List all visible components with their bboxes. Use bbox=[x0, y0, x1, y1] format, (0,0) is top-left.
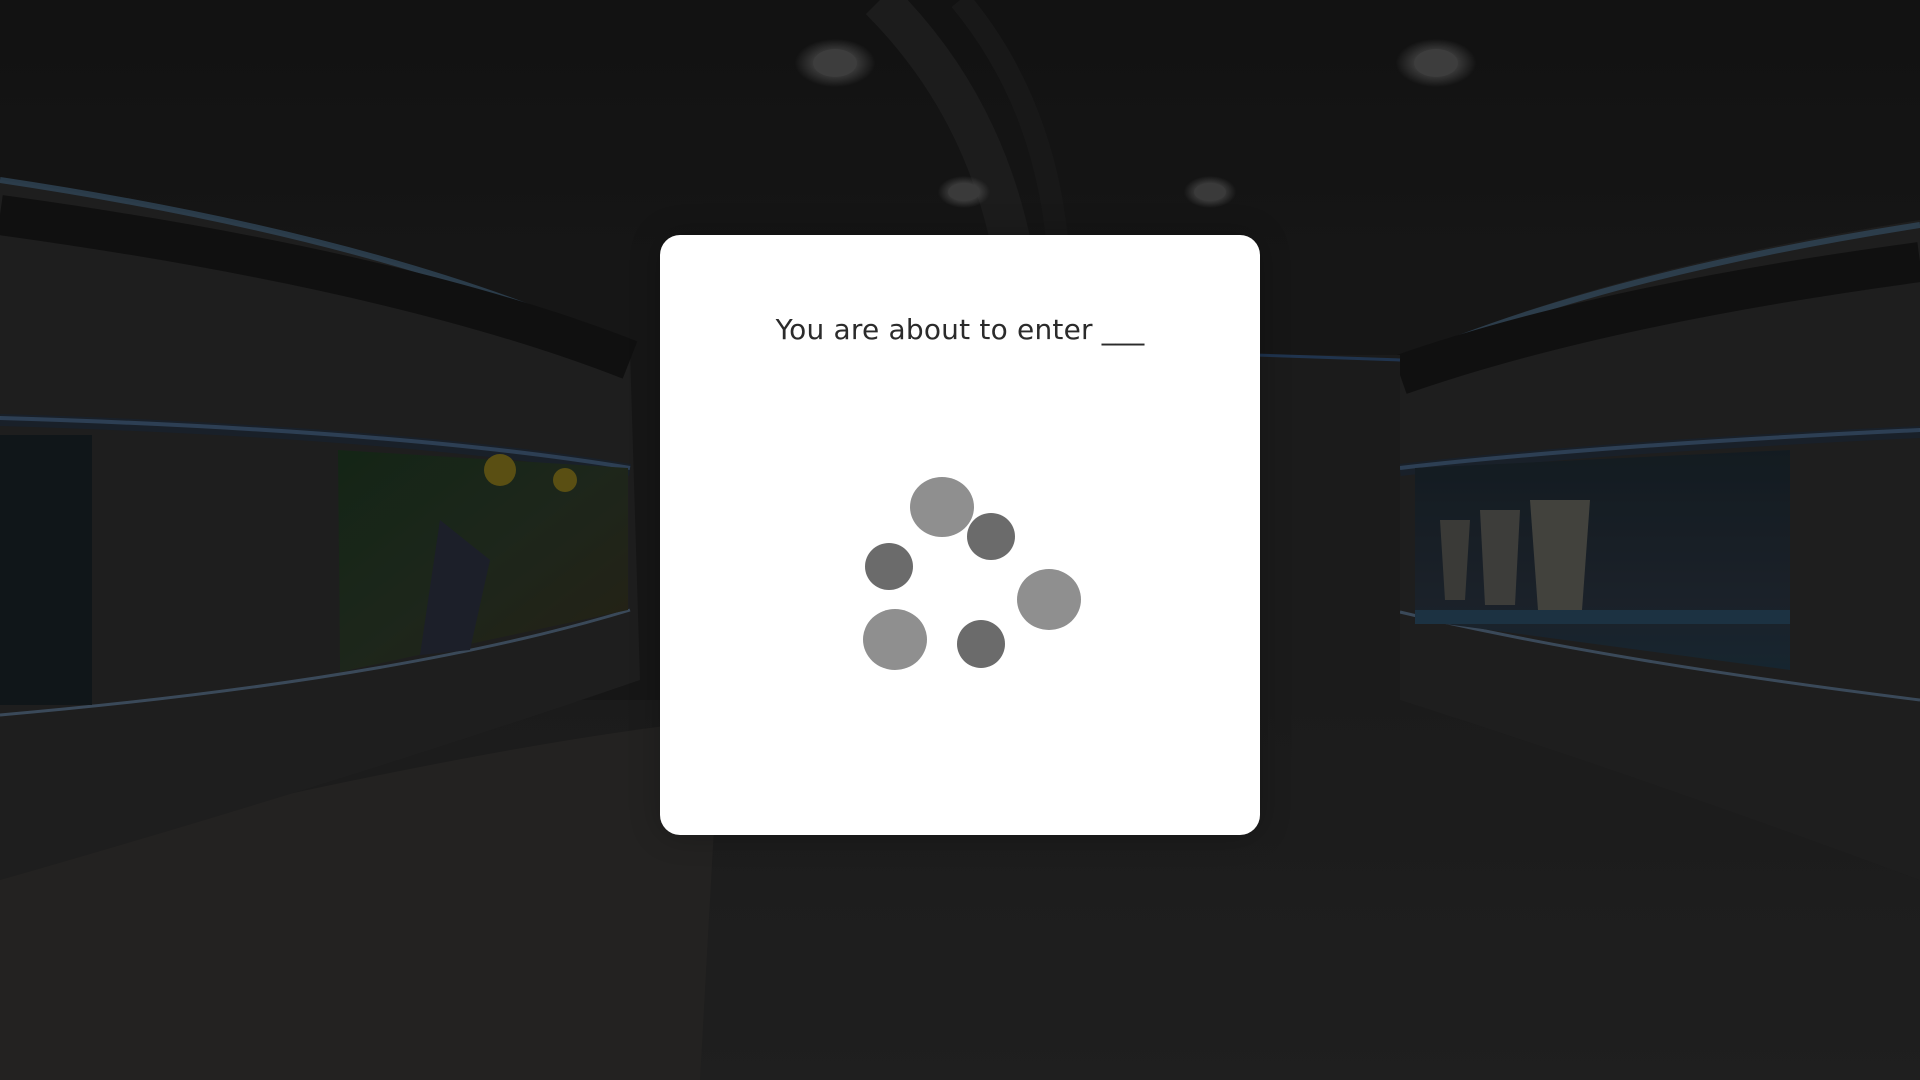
spinner-dot-3 bbox=[865, 543, 913, 590]
loading-dialog: You are about to enter ___ bbox=[660, 235, 1260, 835]
spinner-dot-1 bbox=[910, 477, 974, 537]
spinner-dot-6 bbox=[957, 620, 1005, 668]
loading-spinner bbox=[660, 235, 1260, 835]
spinner-dot-5 bbox=[863, 609, 927, 670]
spinner-dot-4 bbox=[1017, 569, 1081, 630]
modal-overlay: You are about to enter ___ bbox=[0, 0, 1920, 1080]
spinner-dot-2 bbox=[967, 513, 1015, 560]
